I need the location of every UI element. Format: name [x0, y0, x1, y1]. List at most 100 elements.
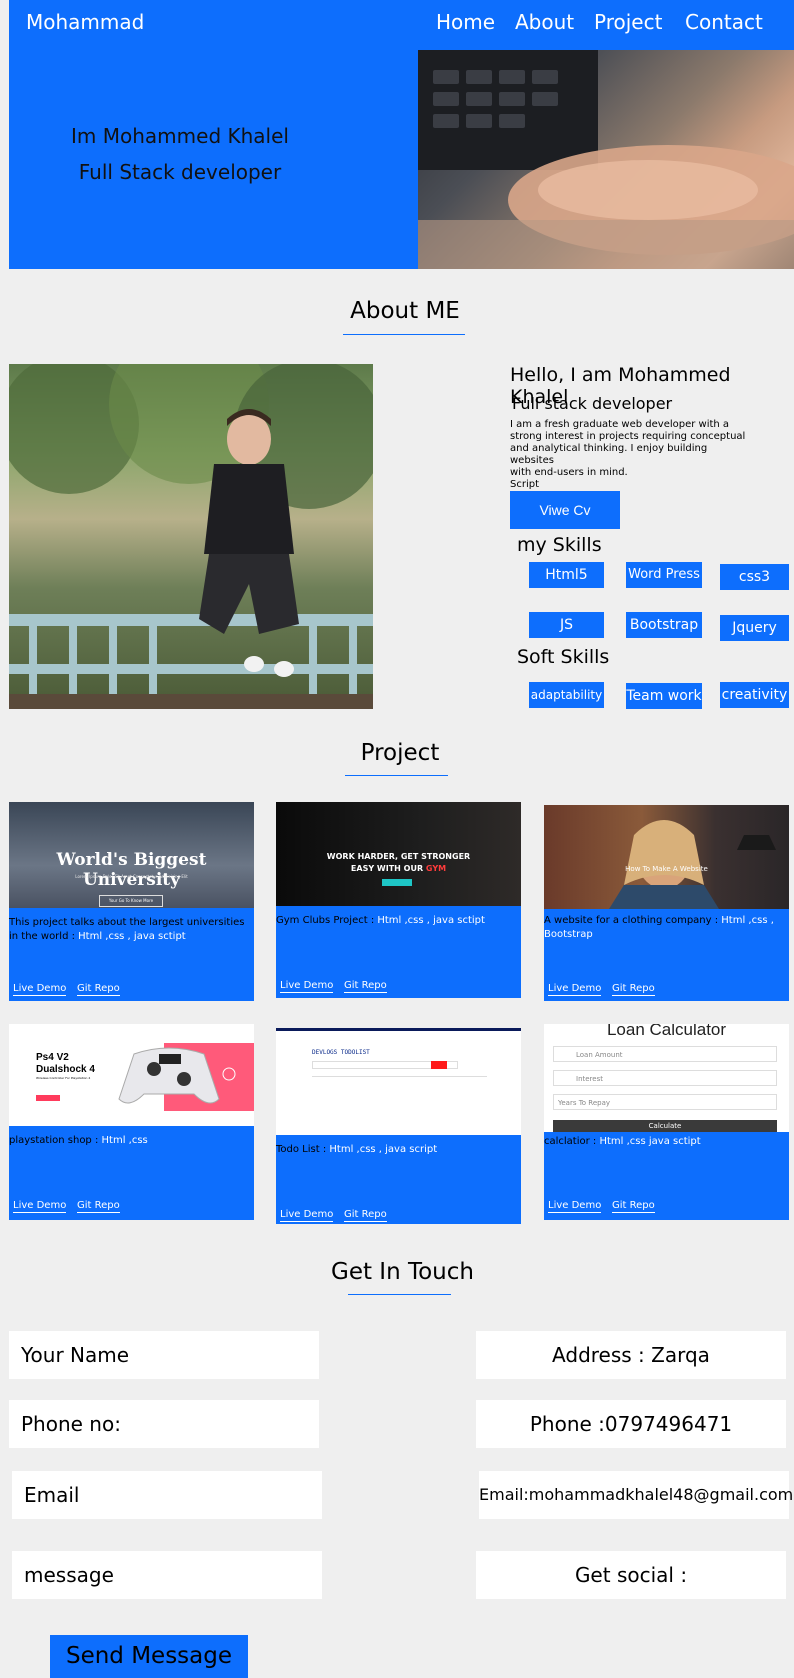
project-card-gym: WORK HARDER, GET STRONGER EASY WITH OUR …	[276, 802, 521, 998]
about-title: About ME	[350, 298, 460, 324]
project-description: calclatior : Html ,css java sctipt	[544, 1135, 784, 1149]
project-card-body: playstation shop : Html ,css Live Demo G…	[9, 1126, 254, 1220]
project-thumbnail: Ps4 V2 Dualshock 4 Wireless Controller F…	[9, 1024, 254, 1126]
project-tech: Html ,css , java sctipt	[374, 915, 485, 926]
project-desc-text: Todo List :	[276, 1144, 327, 1155]
hero-role: Full Stack developer	[78, 160, 282, 184]
project-card-clothing: How To Make A Website A website for a cl…	[544, 805, 789, 1001]
profile-photo	[9, 364, 373, 709]
bio-line: with end-users in mind.	[510, 467, 628, 478]
project-card-university: World's Biggest University Lorem Ipsum D…	[9, 802, 254, 1001]
thumbnail-heading: World's Biggest University	[56, 850, 207, 890]
thumbnail-button: Your Go To Know More	[99, 895, 163, 907]
address-info: Address : Zarqa	[476, 1331, 786, 1379]
git-repo-link[interactable]: Git Repo	[612, 983, 655, 996]
email-info: Email:mohammadkhalel48@gmail.com	[479, 1471, 793, 1519]
project-thumbnail: How To Make A Website	[544, 805, 789, 909]
project-tech: Html ,css java sctipt	[596, 1136, 701, 1147]
project-thumbnail: World's Biggest University Lorem Ipsum D…	[9, 802, 254, 908]
project-card-body: Gym Clubs Project : Html ,css , java sct…	[276, 906, 521, 998]
hero-intro: Im Mohammed Khalel	[71, 124, 289, 148]
thumbnail-heading: How To Make A Website	[625, 865, 708, 873]
live-demo-link[interactable]: Live Demo	[280, 980, 334, 993]
thumbnail-subtext-main: EASY WITH OUR	[350, 864, 424, 873]
about-title-underline	[343, 334, 465, 335]
soft-skills-title: Soft Skills	[517, 646, 610, 668]
thumbnail-field: Loan Amount	[553, 1046, 777, 1062]
project-thumbnail: DEVLOGS TODOLIST	[276, 1028, 521, 1135]
skill-chip: css3	[720, 564, 789, 590]
name-input[interactable]: Your Name	[9, 1331, 319, 1379]
git-repo-link[interactable]: Git Repo	[77, 983, 120, 996]
live-demo-link[interactable]: Live Demo	[13, 1200, 67, 1213]
skill-chip: Word Press	[626, 562, 702, 588]
soft-skill-chip: adaptability	[529, 682, 604, 708]
skill-chip: Jquery	[720, 615, 789, 641]
email-input[interactable]: Email	[12, 1471, 322, 1519]
project-card-todo: DEVLOGS TODOLIST Todo List : Html ,css ,…	[276, 1028, 521, 1224]
contact-title: Get In Touch	[331, 1259, 474, 1285]
git-repo-link[interactable]: Git Repo	[612, 1200, 655, 1213]
project-title: Project	[360, 740, 440, 766]
phone-info: Phone :0797496471	[476, 1400, 786, 1448]
project-card-body: Todo List : Html ,css , java script Live…	[276, 1135, 521, 1224]
thumbnail-heading: WORK HARDER, GET STRONGER	[326, 852, 471, 861]
project-desc-text: playstation shop :	[9, 1135, 99, 1146]
project-tech: Html ,css	[98, 1135, 148, 1146]
thumbnail-subtext: Lorem Ipsum Dolor Sit Amet Consectetur A…	[75, 874, 188, 879]
live-demo-link[interactable]: Live Demo	[13, 983, 67, 996]
git-repo-link[interactable]: Git Repo	[77, 1200, 120, 1213]
project-description: A website for a clothing company : Html …	[544, 914, 784, 942]
git-repo-link[interactable]: Git Repo	[344, 980, 387, 993]
phone-input[interactable]: Phone no:	[9, 1400, 319, 1448]
thumbnail-field: Years To Repay	[553, 1094, 777, 1110]
bio-line: Script	[510, 479, 540, 490]
view-cv-button[interactable]: Viwe Cv	[510, 491, 620, 529]
nav-about[interactable]: About	[515, 10, 574, 34]
git-repo-link[interactable]: Git Repo	[344, 1209, 387, 1222]
bio-line: and analytical thinking. I enjoy buildin…	[510, 443, 708, 466]
project-card-playstation: Ps4 V2 Dualshock 4 Wireless Controller F…	[9, 1024, 254, 1220]
project-thumbnail: WORK HARDER, GET STRONGER EASY WITH OUR …	[276, 802, 521, 906]
thumbnail-field: Interest	[553, 1070, 777, 1086]
project-tech: Html ,css , java script	[326, 1144, 438, 1155]
project-description: playstation shop : Html ,css	[9, 1134, 249, 1148]
brand-logo[interactable]: Mohammad	[26, 10, 144, 34]
soft-skill-chip: creativity	[720, 682, 789, 708]
project-card-body: A website for a clothing company : Html …	[544, 909, 789, 1001]
nav-home[interactable]: Home	[436, 10, 495, 34]
thumbnail-accent: GYM	[425, 864, 447, 873]
project-description: Todo List : Html ,css , java script	[276, 1143, 516, 1157]
social-info: Get social :	[476, 1551, 786, 1599]
project-thumbnail: Loan Calculator Loan Amount Interest Yea…	[544, 1024, 789, 1132]
about-bio: I am a fresh graduate web developer with…	[510, 419, 750, 491]
project-description: Gym Clubs Project : Html ,css , java sct…	[276, 914, 516, 928]
thumbnail-button	[431, 1061, 447, 1069]
project-desc-text: A website for a clothing company :	[544, 915, 719, 926]
skills-title: my Skills	[517, 534, 602, 556]
thumbnail-heading: DEVLOGS TODOLIST	[312, 1049, 370, 1056]
live-demo-link[interactable]: Live Demo	[548, 983, 602, 996]
live-demo-link[interactable]: Live Demo	[548, 1200, 602, 1213]
thumbnail-button: Calculate	[553, 1120, 777, 1132]
about-role: Full stack developer	[512, 394, 673, 413]
message-input[interactable]: message	[12, 1551, 322, 1599]
nav-project[interactable]: Project	[594, 10, 662, 34]
hero-laptop-photo	[418, 50, 794, 269]
bio-line: I am a fresh graduate web developer with…	[510, 419, 730, 430]
send-message-button[interactable]: Send Message	[50, 1635, 248, 1678]
project-desc-text: calclatior :	[544, 1136, 597, 1147]
live-demo-link[interactable]: Live Demo	[280, 1209, 334, 1222]
skill-chip: Bootstrap	[626, 612, 702, 638]
thumbnail-divider	[312, 1076, 487, 1077]
project-card-body: calclatior : Html ,css java sctipt Live …	[544, 1132, 789, 1220]
nav-contact[interactable]: Contact	[685, 10, 763, 34]
bio-line: strong interest in projects requiring co…	[510, 431, 746, 442]
contact-title-underline	[348, 1294, 451, 1295]
project-desc-text: Gym Clubs Project :	[276, 915, 375, 926]
project-card-loan: Loan Calculator Loan Amount Interest Yea…	[544, 1024, 789, 1220]
project-title-underline	[345, 775, 448, 776]
project-card-body: This project talks about the largest uni…	[9, 908, 254, 1001]
project-tech: Html ,css , java sctipt	[74, 931, 186, 942]
thumbnail-button	[382, 879, 412, 886]
